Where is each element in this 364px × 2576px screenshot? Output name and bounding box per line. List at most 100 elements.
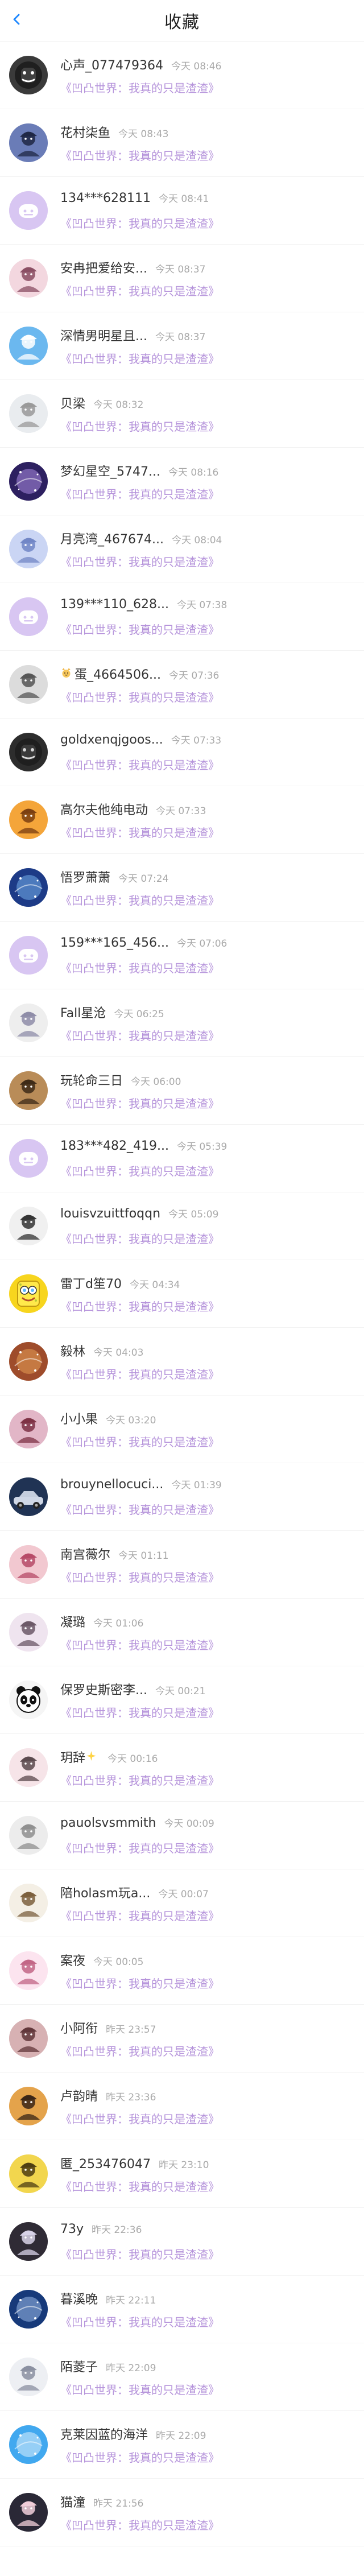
favorite-item[interactable]: 小阿衔 昨天 23:57 《凹凸世界：我真的只是渣渣》 (0, 2005, 364, 2073)
avatar[interactable] (9, 1884, 48, 1922)
user-name[interactable]: 深情男明星且... (60, 326, 147, 344)
user-name[interactable]: pauolsvsmmith (60, 1816, 156, 1830)
user-name[interactable]: 159***165_456... (60, 936, 169, 950)
user-name[interactable]: 蛋_4664506... (75, 664, 161, 683)
work-title-link[interactable]: 《凹凸世界：我真的只是渣渣》 (60, 2042, 364, 2059)
avatar[interactable] (9, 1748, 48, 1787)
user-name[interactable]: 183***482_419... (60, 1139, 169, 1153)
work-title-link[interactable]: 《凹凸世界：我真的只是渣渣》 (60, 1365, 364, 1382)
favorite-item[interactable]: goldxenqjgoos... 今天 07:33 《凹凸世界：我真的只是渣渣》 (0, 719, 364, 786)
work-title-link[interactable]: 《凹凸世界：我真的只是渣渣》 (60, 1298, 364, 1314)
work-title-link[interactable]: 《凹凸世界：我真的只是渣渣》 (60, 147, 364, 163)
work-title-link[interactable]: 《凹凸世界：我真的只是渣渣》 (60, 1636, 364, 1653)
favorite-item[interactable]: 陪holasm玩a... 今天 00:07 《凹凸世界：我真的只是渣渣》 (0, 1869, 364, 1937)
favorite-item[interactable]: 139***110_628... 今天 07:38 《凹凸世界：我真的只是渣渣》 (0, 583, 364, 651)
work-title-link[interactable]: 《凹凸世界：我真的只是渣渣》 (60, 2516, 364, 2533)
work-title-link[interactable]: 《凹凸世界：我真的只是渣渣》 (60, 1704, 364, 1720)
avatar[interactable] (9, 1410, 48, 1448)
favorite-item[interactable]: 高尔夫他纯电动 今天 07:33 《凹凸世界：我真的只是渣渣》 (0, 786, 364, 854)
avatar[interactable] (9, 597, 48, 636)
user-name[interactable]: 南宫薇尔 (60, 1545, 110, 1563)
favorite-item[interactable]: 卢韵晴 昨天 23:36 《凹凸世界：我真的只是渣渣》 (0, 2073, 364, 2140)
favorite-item[interactable]: 玥辞 今天 00:16 《凹凸世界：我真的只是渣渣》 (0, 1734, 364, 1802)
avatar[interactable] (9, 2087, 48, 2125)
favorite-item[interactable]: 匿_253476047 昨天 23:10 《凹凸世界：我真的只是渣渣》 (0, 2140, 364, 2208)
user-name[interactable]: 心声_077479364 (60, 55, 163, 73)
back-button[interactable] (8, 11, 26, 30)
work-title-link[interactable]: 《凹凸世界：我真的只是渣渣》 (60, 1501, 364, 1517)
avatar[interactable] (9, 800, 48, 839)
favorite-item[interactable]: 案夜 今天 00:05 《凹凸世界：我真的只是渣渣》 (0, 1937, 364, 2005)
avatar[interactable] (9, 936, 48, 975)
user-name[interactable]: 匿_253476047 (60, 2154, 151, 2172)
user-name[interactable]: brouynellocuci... (60, 1477, 163, 1492)
work-title-link[interactable]: 《凹凸世界：我真的只是渣渣》 (60, 621, 364, 637)
work-title-link[interactable]: 《凹凸世界：我真的只是渣渣》 (60, 1433, 364, 1450)
user-name[interactable]: 花村柒鱼 (60, 123, 110, 141)
favorite-item[interactable]: 凝璐 今天 01:06 《凹凸世界：我真的只是渣渣》 (0, 1599, 364, 1666)
user-name[interactable]: 猫潼 (60, 2492, 85, 2511)
work-title-link[interactable]: 《凹凸世界：我真的只是渣渣》 (60, 688, 364, 705)
user-name[interactable]: 卢韵晴 (60, 2086, 98, 2104)
favorite-item[interactable]: louisvzuittfoqqn 今天 05:09 《凹凸世界：我真的只是渣渣》 (0, 1192, 364, 1260)
work-title-link[interactable]: 《凹凸世界：我真的只是渣渣》 (60, 2245, 364, 2262)
user-name[interactable]: 凝璐 (60, 1612, 85, 1630)
work-title-link[interactable]: 《凹凸世界：我真的只是渣渣》 (60, 1568, 364, 1585)
avatar[interactable] (9, 2019, 48, 2058)
favorite-item[interactable]: 深情男明星且... 今天 08:37 《凹凸世界：我真的只是渣渣》 (0, 312, 364, 380)
work-title-link[interactable]: 《凹凸世界：我真的只是渣渣》 (60, 756, 364, 773)
user-name[interactable]: 克莱因蓝的海洋 (60, 2425, 148, 2443)
work-title-link[interactable]: 《凹凸世界：我真的只是渣渣》 (60, 1162, 364, 1179)
work-title-link[interactable]: 《凹凸世界：我真的只是渣渣》 (60, 959, 364, 976)
work-title-link[interactable]: 《凹凸世界：我真的只是渣渣》 (60, 1839, 364, 1856)
favorite-item[interactable]: 蛋_4664506... 今天 07:36 《凹凸世界：我真的只是渣渣》 (0, 651, 364, 719)
user-name[interactable]: 小阿衔 (60, 2018, 98, 2037)
favorite-item[interactable]: 贝梁 今天 08:32 《凹凸世界：我真的只是渣渣》 (0, 380, 364, 448)
user-name[interactable]: 月亮湾_467674... (60, 529, 164, 547)
work-title-link[interactable]: 《凹凸世界：我真的只是渣渣》 (60, 350, 364, 366)
work-title-link[interactable]: 《凹凸世界：我真的只是渣渣》 (60, 824, 364, 840)
avatar[interactable] (9, 1545, 48, 1584)
favorite-item[interactable]: 安冉把爱给安... 今天 08:37 《凹凸世界：我真的只是渣渣》 (0, 245, 364, 312)
user-name[interactable]: 陌菱子 (60, 2357, 98, 2375)
user-name[interactable]: Fall星沧 (60, 1003, 106, 1021)
user-name[interactable]: 玩轮命三日 (60, 1071, 123, 1089)
avatar[interactable] (9, 530, 48, 568)
avatar[interactable] (9, 1951, 48, 1990)
work-title-link[interactable]: 《凹凸世界：我真的只是渣渣》 (60, 79, 364, 96)
favorite-item[interactable]: 月亮湾_467674... 今天 08:04 《凹凸世界：我真的只是渣渣》 (0, 515, 364, 583)
user-name[interactable]: 139***110_628... (60, 597, 169, 612)
favorite-item[interactable]: 花村柒鱼 今天 08:43 《凹凸世界：我真的只是渣渣》 (0, 109, 364, 177)
favorite-item[interactable]: 134***628111 今天 08:41 《凹凸世界：我真的只是渣渣》 (0, 177, 364, 245)
work-title-link[interactable]: 《凹凸世界：我真的只是渣渣》 (60, 2110, 364, 2127)
avatar[interactable] (9, 1207, 48, 1245)
user-name[interactable]: 保罗史斯密李... (60, 1680, 147, 1698)
work-title-link[interactable]: 《凹凸世界：我真的只是渣渣》 (60, 485, 364, 502)
favorite-item[interactable]: 小小果 今天 03:20 《凹凸世界：我真的只是渣渣》 (0, 1396, 364, 1463)
work-title-link[interactable]: 《凹凸世界：我真的只是渣渣》 (60, 1907, 364, 1923)
avatar[interactable] (9, 1274, 48, 1313)
work-title-link[interactable]: 《凹凸世界：我真的只是渣渣》 (60, 214, 364, 231)
avatar[interactable] (9, 1342, 48, 1381)
work-title-link[interactable]: 《凹凸世界：我真的只是渣渣》 (60, 1772, 364, 1788)
favorite-item[interactable]: 克莱因蓝的海洋 昨天 22:09 《凹凸世界：我真的只是渣渣》 (0, 2411, 364, 2479)
avatar[interactable] (9, 2290, 48, 2329)
avatar[interactable] (9, 1004, 48, 1042)
user-name[interactable]: 陪holasm玩a... (60, 1883, 150, 1901)
avatar[interactable] (9, 2222, 48, 2261)
user-name[interactable]: 134***628111 (60, 191, 151, 205)
work-title-link[interactable]: 《凹凸世界：我真的只是渣渣》 (60, 1975, 364, 1991)
avatar[interactable] (9, 665, 48, 704)
user-name[interactable]: 悟罗萧萧 (60, 868, 110, 886)
favorite-item[interactable]: brouynellocuci... 今天 01:39 《凹凸世界：我真的只是渣渣》 (0, 1463, 364, 1531)
avatar[interactable] (9, 2493, 48, 2532)
favorite-item[interactable]: 悟罗萧萧 今天 07:24 《凹凸世界：我真的只是渣渣》 (0, 854, 364, 922)
user-name[interactable]: 小小果 (60, 1409, 98, 1427)
favorite-item[interactable]: 猫潼 昨天 21:56 《凹凸世界：我真的只是渣渣》 (0, 2479, 364, 2546)
work-title-link[interactable]: 《凹凸世界：我真的只是渣渣》 (60, 2313, 364, 2330)
work-title-link[interactable]: 《凹凸世界：我真的只是渣渣》 (60, 418, 364, 434)
avatar[interactable] (9, 733, 48, 771)
avatar[interactable] (9, 1816, 48, 1855)
avatar[interactable] (9, 56, 48, 94)
user-name[interactable]: 雷丁d笙70 (60, 1274, 122, 1292)
